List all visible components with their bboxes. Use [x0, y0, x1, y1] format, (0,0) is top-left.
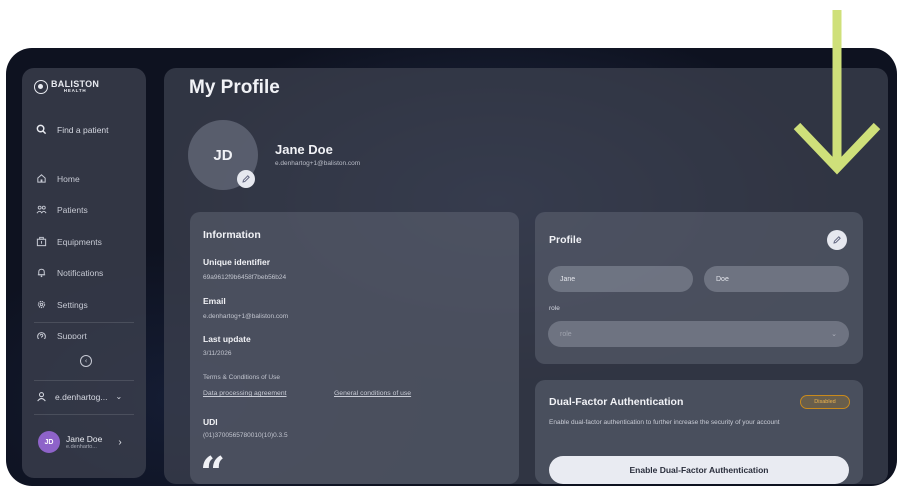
sidebar-divider: [34, 414, 134, 415]
avatar: JD: [38, 431, 60, 453]
profile-form-title: Profile: [549, 234, 582, 246]
gear-icon: [37, 300, 46, 309]
unique-identifier-label: Unique identifier: [203, 257, 271, 267]
sidebar-item-notifications[interactable]: Notifications: [36, 267, 103, 278]
profile-name: Jane Doe: [275, 142, 333, 157]
two-factor-title: Dual-Factor Authentication: [549, 396, 684, 408]
search-icon: [36, 124, 47, 135]
sidebar-item-label: Notifications: [57, 267, 104, 278]
search-label: Find a patient: [57, 124, 109, 135]
bell-icon: [37, 268, 46, 278]
pencil-icon: [242, 175, 250, 183]
sidebar-item-equipments[interactable]: Equipments: [36, 236, 102, 247]
page-title: My Profile: [189, 77, 280, 98]
logo-mark-icon: [34, 80, 48, 94]
last-name-field[interactable]: Doe: [704, 266, 849, 292]
email-value: e.denhartog+1@baliston.com: [203, 313, 289, 320]
information-title: Information: [203, 229, 261, 241]
edit-profile-button[interactable]: [827, 230, 847, 250]
sidebar-item-label: Patients: [57, 204, 88, 215]
chevron-right-icon: ›: [118, 436, 122, 448]
profile-initials: JD: [213, 146, 233, 164]
arrow-down-icon: [793, 10, 881, 175]
sidebar-item-label: Equipments: [57, 236, 102, 247]
role-select[interactable]: role ⌄: [548, 321, 849, 347]
sidebar-item-label: Home: [57, 173, 80, 184]
account-label: e.denhartog...: [55, 391, 108, 402]
chevron-down-icon: ⌄: [831, 331, 837, 338]
udi-label: UDI: [203, 417, 218, 427]
unique-identifier-value: 69a9612f9b6458f7beb56b24: [203, 274, 287, 281]
pencil-icon: [833, 236, 841, 244]
last-update-value: 3/11/2026: [203, 350, 232, 357]
user-email: e.denharto...: [66, 444, 97, 450]
first-name-field[interactable]: Jane: [548, 266, 693, 292]
email-label: Email: [203, 296, 226, 306]
home-icon: [37, 174, 46, 183]
brand-logo[interactable]: BALISTON HEALTH: [34, 80, 99, 94]
enable-two-factor-button[interactable]: Enable Dual-Factor Authentication: [549, 456, 849, 484]
general-conditions-link[interactable]: General conditions of use: [334, 390, 411, 397]
user-menu[interactable]: JD Jane Doe e.denharto... ›: [38, 431, 122, 453]
quote-icon: “: [200, 448, 226, 490]
equipments-icon: [36, 236, 47, 247]
profile-email: e.denhartog+1@baliston.com: [275, 160, 361, 167]
patients-icon: [36, 205, 47, 214]
edit-avatar-button[interactable]: [237, 170, 255, 188]
information-card: [190, 212, 519, 484]
data-processing-link[interactable]: Data processing agreement: [203, 390, 287, 397]
collapse-sidebar-button[interactable]: ‹: [80, 355, 92, 367]
chevron-left-icon: ‹: [84, 357, 88, 365]
sidebar-item-label: Settings: [57, 299, 88, 310]
user-icon: [37, 392, 46, 402]
chevron-down-icon: ⌄: [115, 392, 123, 401]
sidebar-item-label: Support: [57, 331, 87, 339]
user-name: Jane Doe: [66, 434, 103, 444]
two-factor-description: Enable dual-factor authentication to fur…: [549, 419, 780, 426]
role-label: role: [549, 305, 560, 312]
sidebar-item-home[interactable]: Home: [36, 173, 80, 184]
role-placeholder: role: [560, 330, 572, 338]
status-badge: Disabled: [800, 395, 850, 409]
account-switcher[interactable]: e.denhartog... ⌄: [36, 391, 122, 402]
udi-value: (01)3700565780010(10)0.3.5: [203, 432, 288, 439]
support-icon: [37, 332, 46, 339]
sidebar-divider: [34, 380, 134, 381]
terms-label: Terms & Conditions of Use: [203, 374, 280, 381]
search-patient[interactable]: Find a patient: [36, 124, 109, 135]
sidebar-item-patients[interactable]: Patients: [36, 204, 88, 215]
sidebar-item-settings[interactable]: Settings: [36, 299, 88, 310]
last-update-label: Last update: [203, 334, 251, 344]
sidebar-item-support[interactable]: Support: [36, 331, 87, 339]
sidebar-divider: [34, 322, 134, 323]
